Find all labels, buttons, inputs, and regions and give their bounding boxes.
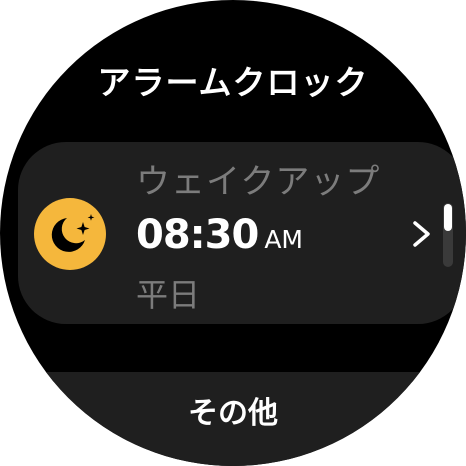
alarm-ampm: AM <box>264 225 303 254</box>
alarm-item[interactable]: ウェイクアップ 08:30 AM 平日 <box>18 142 466 324</box>
screen-title: アラームクロック <box>97 63 369 102</box>
scrollbar-thumb[interactable] <box>444 204 452 231</box>
alarm-icon-badge <box>34 198 106 270</box>
alarm-repeat-days: 平日 <box>136 276 201 314</box>
scrollbar[interactable] <box>443 203 453 267</box>
alarm-time-row: 08:30 AM <box>136 212 303 258</box>
chevron-right-icon <box>413 221 430 247</box>
moon-stars-icon <box>51 214 95 252</box>
watch-screen: アラームクロック ウェイクアップ 08:30 AM 平日 その他 <box>0 0 466 466</box>
other-button[interactable]: その他 <box>0 372 466 466</box>
alarm-label: ウェイクアップ <box>136 162 381 202</box>
other-button-label: その他 <box>188 396 278 431</box>
alarm-time: 08:30 <box>136 212 259 258</box>
